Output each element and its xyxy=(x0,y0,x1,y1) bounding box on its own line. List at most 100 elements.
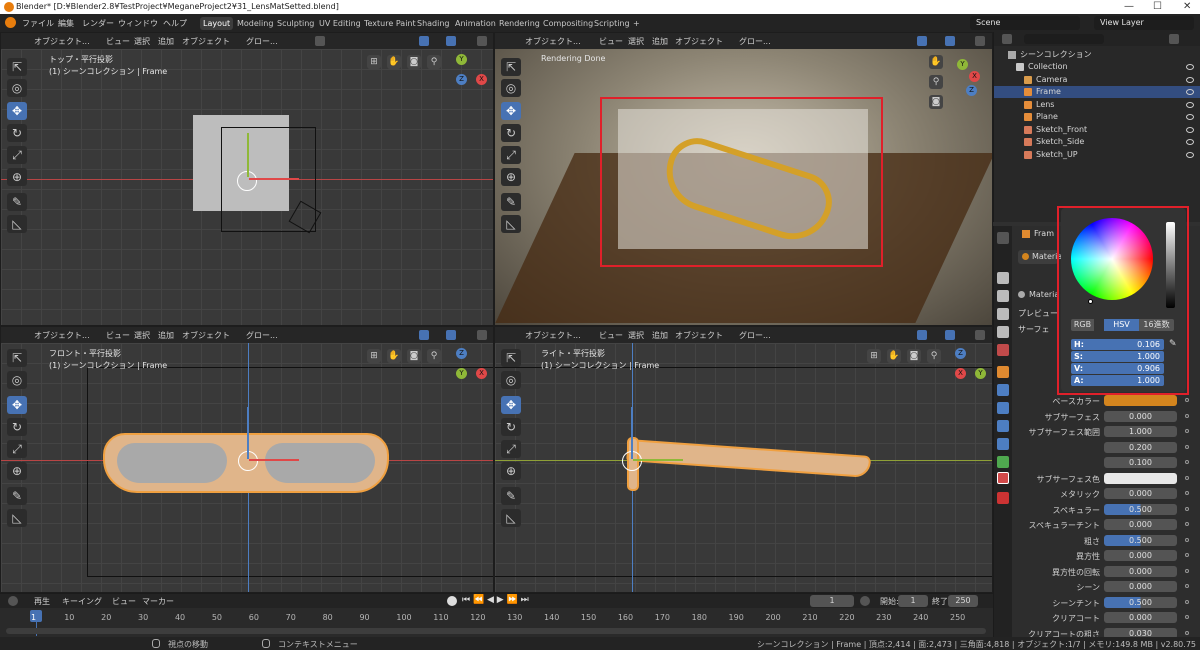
z-arrow-gizmo[interactable] xyxy=(247,407,249,459)
tab-shading[interactable]: Shading xyxy=(414,17,453,30)
keyframe-dot-icon[interactable] xyxy=(1185,506,1189,511)
hand-icon[interactable]: ✋ xyxy=(387,55,401,69)
gizmo-y[interactable]: Y xyxy=(975,368,986,379)
tool-rotate[interactable]: ↻ xyxy=(7,418,27,436)
timeline-scrollbar[interactable] xyxy=(6,628,986,634)
menu-object[interactable]: オブジェクト xyxy=(675,330,723,341)
prop-value-field[interactable]: 0.000 xyxy=(1104,581,1177,592)
record-icon[interactable] xyxy=(447,596,457,606)
editor-type-icon[interactable] xyxy=(1002,34,1012,44)
camera-view-icon[interactable]: ◙ xyxy=(929,95,943,109)
material-selector[interactable]: Materia xyxy=(1018,289,1059,301)
x-arrow-gizmo[interactable] xyxy=(249,459,299,461)
outliner-item-sketch_front[interactable]: Sketch_Front xyxy=(994,124,1200,136)
menu-view[interactable]: ビュー xyxy=(599,330,623,341)
eye-icon[interactable] xyxy=(1186,114,1194,120)
hand-icon[interactable]: ✋ xyxy=(887,349,901,363)
camera-view-icon[interactable]: ◙ xyxy=(407,349,421,363)
gizmo-z[interactable]: Z xyxy=(456,348,467,359)
menu-select[interactable]: 選択 xyxy=(628,330,644,341)
shading-rendered-icon[interactable] xyxy=(975,36,985,46)
tool-cursor[interactable]: ◎ xyxy=(501,79,521,97)
tool-select-box[interactable]: ⇱ xyxy=(7,58,27,76)
keyframe-dot-icon[interactable] xyxy=(1185,599,1189,604)
gizmo-y[interactable]: Y xyxy=(957,59,968,70)
menu-help[interactable]: ヘルプ xyxy=(163,18,187,29)
y-arrow-gizmo[interactable] xyxy=(633,459,683,461)
tool-rotate[interactable]: ↻ xyxy=(7,124,27,142)
gizmo-x[interactable]: X xyxy=(955,368,966,379)
menu-file[interactable]: ファイル xyxy=(22,18,54,29)
tool-measure[interactable]: ◺ xyxy=(501,215,521,233)
x-arrow-gizmo[interactable] xyxy=(249,178,299,180)
tab-sculpting[interactable]: Sculpting xyxy=(274,17,317,30)
tool-annotate[interactable]: ✎ xyxy=(501,487,521,505)
outliner-item-sketch_side[interactable]: Sketch_Side xyxy=(994,136,1200,148)
prop-value-field[interactable] xyxy=(1104,395,1177,406)
tool-cursor[interactable]: ◎ xyxy=(501,371,521,389)
scene-tab-icon[interactable] xyxy=(997,326,1009,338)
tool-cursor[interactable]: ◎ xyxy=(7,79,27,97)
zoom-icon[interactable]: ⚲ xyxy=(927,349,941,363)
tool-transform[interactable]: ⊕ xyxy=(501,168,521,186)
tool-move[interactable]: ✥ xyxy=(7,396,27,414)
close-button[interactable]: ✕ xyxy=(1183,1,1191,12)
prop-value-field[interactable]: 0.500 xyxy=(1104,534,1177,546)
menu-select[interactable]: 選択 xyxy=(628,36,644,47)
material-slot-list[interactable]: Materia xyxy=(1018,250,1062,264)
grid-icon[interactable]: ⊞ xyxy=(367,55,381,69)
shading-solid-icon[interactable] xyxy=(477,330,487,340)
keyframe-dot-icon[interactable] xyxy=(1185,630,1189,635)
gizmo-z[interactable]: Z xyxy=(955,348,966,359)
keyframe-dot-icon[interactable] xyxy=(1185,553,1189,557)
output-tab-icon[interactable] xyxy=(997,290,1009,302)
viewport-front[interactable]: オブジェクト... ビュー 選択 追加 オブジェクト グロー... フロント・平… xyxy=(0,326,494,593)
eye-icon[interactable] xyxy=(1186,139,1194,145)
shading-solid-icon[interactable] xyxy=(975,330,985,340)
zoom-icon[interactable]: ⚲ xyxy=(929,75,943,89)
outliner-item-plane[interactable]: Plane xyxy=(994,111,1200,123)
end-frame-field[interactable]: 250 xyxy=(948,595,978,607)
menu-add[interactable]: 追加 xyxy=(652,330,668,341)
menu-marker[interactable]: マーカー xyxy=(142,596,174,607)
mode-dropdown[interactable]: オブジェクト... xyxy=(525,330,581,341)
zoom-icon[interactable]: ⚲ xyxy=(427,349,441,363)
outliner-item-camera[interactable]: Camera xyxy=(994,74,1200,86)
eye-icon[interactable] xyxy=(1186,76,1194,83)
tool-scale[interactable]: ⤢ xyxy=(501,146,521,164)
eye-icon[interactable] xyxy=(1186,101,1194,108)
grid-icon[interactable]: ⊞ xyxy=(867,349,881,363)
z-arrow-gizmo[interactable] xyxy=(631,407,633,459)
menu-view[interactable]: ビュー xyxy=(106,330,130,341)
prop-value-field[interactable] xyxy=(1104,472,1177,484)
gizmo-z[interactable]: Z xyxy=(966,85,977,96)
prop-value-field[interactable]: 0.000 xyxy=(1104,519,1177,530)
color-wheel[interactable] xyxy=(1071,218,1153,300)
menu-add[interactable]: 追加 xyxy=(652,36,668,47)
menu-add[interactable]: 追加 xyxy=(158,36,174,47)
scene-selector[interactable]: Scene xyxy=(970,16,1080,30)
eye-icon[interactable] xyxy=(1186,126,1194,133)
mode-hex-button[interactable]: 16進数 xyxy=(1139,319,1174,331)
blender-menu-icon[interactable] xyxy=(5,17,16,28)
tool-annotate[interactable]: ✎ xyxy=(7,487,27,505)
texture-tab-icon[interactable] xyxy=(997,492,1009,504)
render-tab-icon[interactable] xyxy=(997,272,1009,284)
outliner-scene-collection[interactable]: シーンコレクション xyxy=(994,49,1200,61)
shading-solid-icon[interactable] xyxy=(477,36,487,46)
panel-surface[interactable]: サーフェ xyxy=(1018,324,1050,335)
overlay-toggle-icon[interactable] xyxy=(945,330,955,340)
data-tab-icon[interactable] xyxy=(997,456,1009,468)
keyframe-dot-icon[interactable] xyxy=(1185,444,1189,449)
keyframe-dot-icon[interactable] xyxy=(1185,615,1189,619)
saturation-field[interactable]: S: 1.000 xyxy=(1071,351,1164,362)
tool-move[interactable]: ✥ xyxy=(501,102,521,120)
menu-view[interactable]: ビュー xyxy=(106,36,130,47)
menu-object[interactable]: オブジェクト xyxy=(182,36,230,47)
prop-value-field[interactable]: 1.000 xyxy=(1104,426,1177,437)
tab-animation[interactable]: Animation xyxy=(452,17,499,30)
mode-dropdown[interactable]: オブジェクト... xyxy=(34,330,90,341)
outliner-item-sketch_up[interactable]: Sketch_UP xyxy=(994,149,1200,161)
playback-controls-icon[interactable]: ⏮ ⏪ ◀ ▶ ⏩ ⏭ xyxy=(462,595,529,605)
minimize-button[interactable]: — xyxy=(1124,1,1134,12)
